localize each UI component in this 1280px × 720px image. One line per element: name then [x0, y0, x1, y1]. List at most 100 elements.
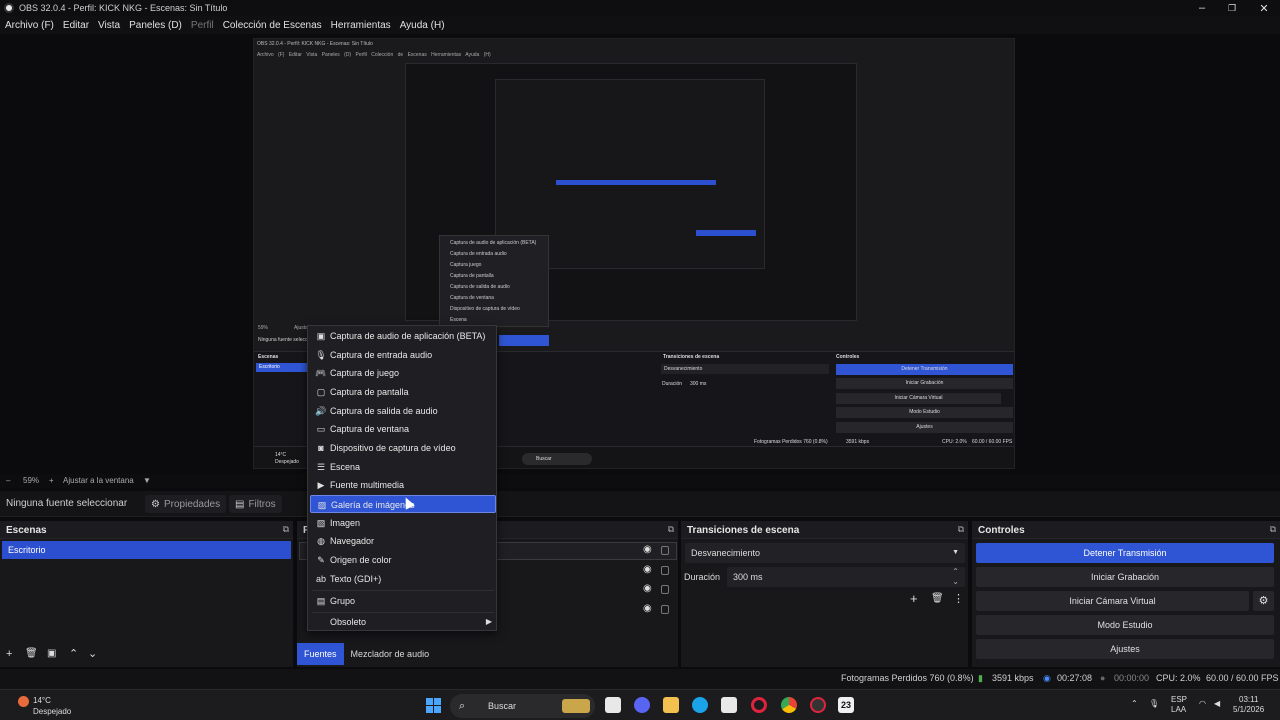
maximize-button[interactable]: ❐: [1216, 0, 1248, 16]
menu-bar: Archivo (F) Editar Vista Paneles (D) Per…: [0, 16, 1280, 34]
stop-streaming-button[interactable]: Detener Transmisión: [976, 543, 1274, 563]
menu-item-video-capture-device[interactable]: ◙ Dispositivo de captura de vídeo: [310, 439, 496, 457]
menu-item-group[interactable]: ▤ Grupo: [310, 592, 496, 610]
menu-item-media-source[interactable]: ▶ Fuente multimedia: [310, 476, 496, 494]
store-icon[interactable]: [721, 697, 737, 713]
menu-editar[interactable]: Editar: [63, 20, 89, 31]
file-explorer-icon[interactable]: [663, 697, 679, 713]
dock-popout-icon[interactable]: ⧉: [283, 524, 289, 535]
preview-transitions-title: Transiciones de escena: [663, 354, 720, 360]
microphone-icon[interactable]: 🎙: [1149, 699, 1159, 708]
task-view-icon[interactable]: [605, 697, 621, 713]
move-down-icon[interactable]: ⌄: [88, 647, 97, 660]
calendar-app-icon[interactable]: 23: [838, 697, 854, 713]
zoom-row: – 59% + Ajustar a la ventana ▼: [0, 474, 1280, 488]
clock-date[interactable]: 5/1/2026: [1233, 705, 1264, 714]
menu-separator: [312, 590, 494, 591]
menu-item-audio-input-capture[interactable]: 🎙 Captura de entrada audio: [310, 346, 496, 364]
menu-item-text-gdi[interactable]: ab Texto (GDI+): [310, 570, 496, 588]
filters-button[interactable]: ▤ Filtros: [229, 495, 282, 513]
tray-chevron-icon[interactable]: ⌃: [1131, 699, 1138, 708]
clock-time[interactable]: 03:11: [1239, 695, 1258, 704]
eye-icon[interactable]: ◉: [643, 564, 652, 575]
dock-popout-icon[interactable]: ⧉: [958, 524, 964, 535]
properties-button[interactable]: ⚙ Propiedades: [145, 495, 227, 513]
remove-transition-icon[interactable]: 🗑: [931, 593, 944, 604]
mini-menu-item: Captura de entrada audio: [450, 251, 507, 257]
lock-icon[interactable]: [661, 585, 669, 594]
globe-icon: ◍: [317, 536, 325, 546]
menu-item-window-capture[interactable]: ▭ Captura de ventana: [310, 420, 496, 438]
search-icon: ⌕: [459, 700, 466, 712]
zoom-out-button[interactable]: –: [6, 476, 10, 485]
taskbar-search[interactable]: ⌕ Buscar: [450, 694, 595, 718]
menu-item-audio-output-capture[interactable]: 🔊 Captura de salida de audio: [310, 402, 496, 420]
close-button[interactable]: ✕: [1248, 0, 1280, 16]
settings-button[interactable]: Ajustes: [976, 639, 1274, 659]
menu-item-color-source[interactable]: ✎ Origen de color: [310, 551, 496, 569]
minimize-button[interactable]: –: [1186, 0, 1218, 16]
menu-paneles[interactable]: Paneles (D): [129, 20, 182, 31]
menu-item-app-audio-capture[interactable]: ▣ Captura de audio de aplicación (BETA): [310, 327, 496, 345]
windows-start-icon[interactable]: [426, 698, 441, 713]
transitions-dock-header: Transiciones de escena ⧉: [681, 521, 968, 539]
brush-icon: ✎: [317, 555, 325, 565]
preview-ctrl-btn: Ajustes: [836, 422, 1013, 433]
studio-mode-button[interactable]: Modo Estudio: [976, 615, 1274, 635]
zoom-in-button[interactable]: +: [49, 476, 54, 485]
menu-item-deprecated[interactable]: Obsoleto ▶: [310, 613, 496, 631]
add-scene-icon[interactable]: +: [6, 648, 12, 660]
lock-icon[interactable]: [661, 605, 669, 614]
spin-down-icon[interactable]: ⌄: [952, 572, 959, 592]
tab-sources[interactable]: Fuentes: [297, 643, 344, 665]
tab-audio-mixer[interactable]: Mezclador de audio: [344, 643, 437, 665]
app-audio-icon: ▣: [316, 331, 326, 341]
lock-icon[interactable]: [661, 546, 669, 555]
eye-icon[interactable]: ◉: [643, 544, 652, 555]
dock-popout-icon[interactable]: ⧉: [1270, 524, 1276, 535]
menu-item-image[interactable]: ▧ Imagen: [310, 514, 496, 532]
start-virtual-camera-button[interactable]: Iniciar Cámara Virtual: [976, 591, 1249, 611]
weather-icon: [18, 696, 29, 707]
menu-item-browser[interactable]: ◍ Navegador: [310, 532, 496, 550]
wifi-icon[interactable]: ◠: [1199, 699, 1206, 708]
dock-popout-icon[interactable]: ⧉: [668, 524, 674, 535]
language-code[interactable]: ESP: [1171, 695, 1187, 704]
language-layout[interactable]: LAA: [1171, 705, 1186, 714]
preview-selection: [499, 335, 549, 346]
menu-item-display-capture[interactable]: ▢ Captura de pantalla: [310, 383, 496, 401]
volume-icon[interactable]: ◀: [1214, 699, 1220, 708]
zoom-value: 59%: [23, 476, 40, 485]
scene-item-escritorio[interactable]: Escritorio: [2, 541, 291, 559]
menu-perfil[interactable]: Perfil: [191, 20, 214, 31]
move-up-icon[interactable]: ⌃: [69, 647, 78, 660]
scene-filters-icon[interactable]: ▣: [47, 648, 56, 659]
menu-herramientas[interactable]: Herramientas: [331, 20, 391, 31]
virtual-camera-settings-icon[interactable]: ⚙: [1253, 591, 1274, 611]
edge-icon[interactable]: [692, 697, 708, 713]
add-transition-icon[interactable]: +: [910, 591, 918, 606]
more-options-icon[interactable]: ⋮: [953, 592, 964, 605]
menu-vista[interactable]: Vista: [98, 20, 120, 31]
preview-cond: Despejado: [275, 459, 299, 465]
menu-item-scene[interactable]: ☰ Escena: [310, 458, 496, 476]
transition-select[interactable]: Desvanecimiento ▼: [685, 543, 965, 563]
duration-input[interactable]: 300 ms ⌃ ⌄: [727, 567, 965, 587]
obs-taskbar-icon[interactable]: [810, 697, 826, 713]
gamepad-icon: 🎮: [315, 368, 327, 378]
remove-scene-icon[interactable]: 🗑: [25, 648, 38, 659]
menu-archivo[interactable]: Archivo (F): [5, 20, 54, 31]
discord-icon[interactable]: [634, 697, 650, 713]
menu-item-game-capture[interactable]: 🎮 Captura de juego: [310, 364, 496, 382]
menu-ayuda[interactable]: Ayuda (H): [400, 20, 445, 31]
start-recording-button[interactable]: Iniciar Grabación: [976, 567, 1274, 587]
opera-icon[interactable]: [751, 697, 767, 713]
eye-icon[interactable]: ◉: [643, 583, 652, 594]
chrome-icon[interactable]: [781, 697, 797, 713]
zoom-fit-label[interactable]: Ajustar a la ventana: [63, 476, 134, 485]
eye-icon[interactable]: ◉: [643, 603, 652, 614]
camera-icon: ◙: [318, 443, 324, 453]
menu-coleccion-escenas[interactable]: Colección de Escenas: [223, 20, 322, 31]
zoom-dropdown-icon[interactable]: ▼: [143, 476, 151, 485]
lock-icon[interactable]: [661, 566, 669, 575]
